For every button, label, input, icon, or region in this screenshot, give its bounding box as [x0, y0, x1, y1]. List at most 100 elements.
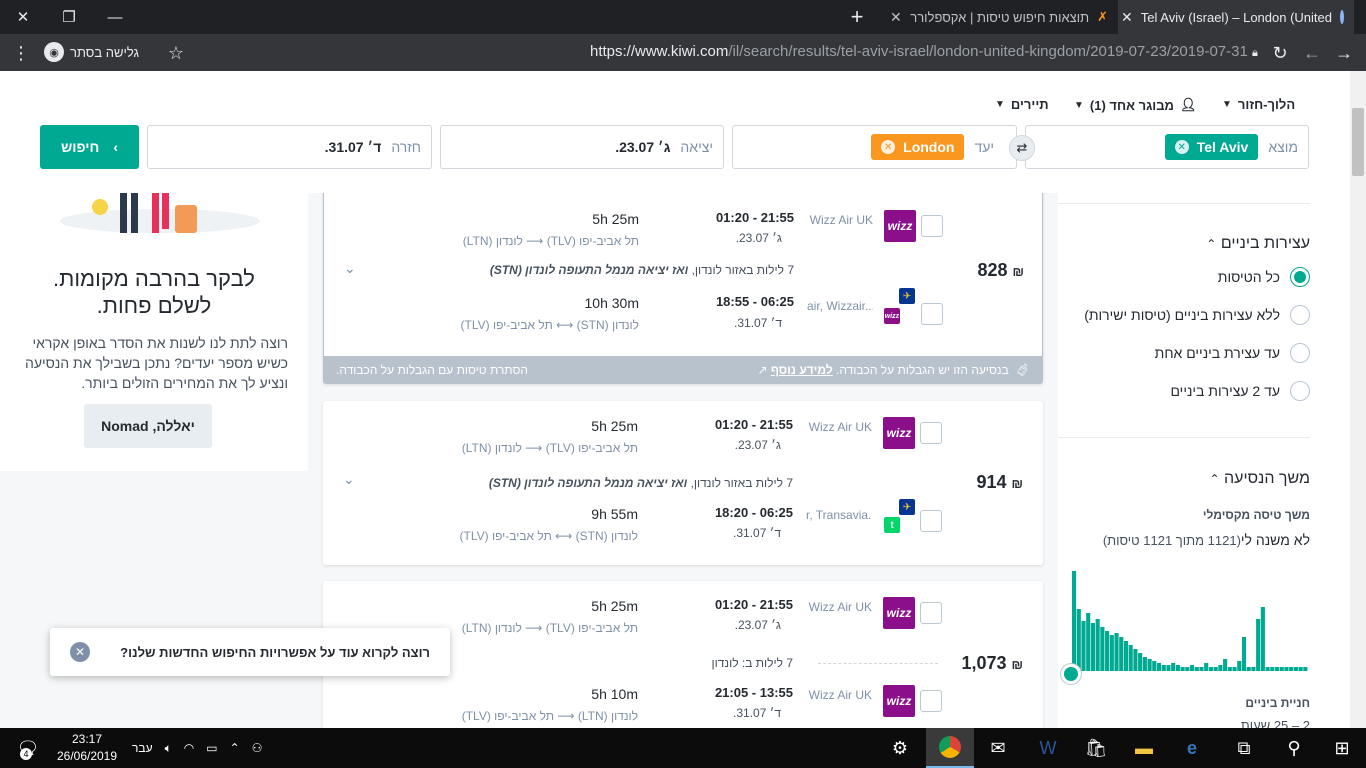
- incognito-indicator[interactable]: גלישה בסתר ◉: [44, 42, 139, 62]
- histogram-bar: [1156, 663, 1162, 671]
- select-checkbox[interactable]: [920, 510, 942, 532]
- histogram-bar: [1260, 607, 1265, 671]
- result-card[interactable]: wizz Wizz Air UK 01:20 - 21:55 ג׳ 23.07.…: [323, 185, 1043, 384]
- address-bar[interactable]: https://www.kiwi.com/il/search/results/t…: [590, 43, 1258, 60]
- browser-tab-active[interactable]: Tel Aviv (Israel) – London (United ✕: [1118, 0, 1354, 34]
- remove-origin-icon[interactable]: ✕: [1174, 140, 1189, 154]
- task-view-icon[interactable]: ⧉: [1220, 728, 1268, 768]
- max-duration-value: לא משנה לי(1121 מתוך 1121 טיסות): [1103, 532, 1310, 548]
- tab-close-icon[interactable]: ✕: [890, 9, 902, 26]
- reload-icon[interactable]: ↻: [1267, 40, 1293, 66]
- scrollbar-thumb[interactable]: [1352, 108, 1364, 176]
- more-info-link[interactable]: למידע נוסף: [771, 363, 833, 377]
- store-icon[interactable]: 🛍︎: [1072, 728, 1120, 768]
- chrome-icon[interactable]: [926, 728, 974, 768]
- file-explorer-icon[interactable]: ▬: [1120, 728, 1168, 768]
- search-icon[interactable]: ⚲: [1270, 728, 1318, 768]
- hide-restricted-link[interactable]: הסתרת טיסות עם הגבלות על הכבודה.: [336, 363, 528, 377]
- bags-select[interactable]: תיירים ▼: [995, 97, 1049, 112]
- clock[interactable]: 23:17 26/06/2019: [56, 731, 118, 765]
- airline-name: Wizz Air UK: [809, 213, 873, 227]
- chevron-up-icon: ⌃: [1206, 237, 1217, 251]
- baggage-icon: 🧳︎: [1014, 362, 1030, 377]
- passengers-select[interactable]: 👤︎ מבוגר אחד (1) ▼: [1074, 97, 1197, 113]
- flight-duration: 5h 25m: [591, 598, 638, 614]
- settings-icon[interactable]: ⚙: [876, 728, 924, 768]
- tab-favicon-icon: ✗: [1097, 9, 1108, 24]
- tab-close-icon[interactable]: ✕: [1121, 9, 1133, 26]
- origin-field[interactable]: מוצא Tel Aviv ✕: [1025, 125, 1309, 169]
- radio-button[interactable]: [1290, 305, 1310, 325]
- duration-filter-title[interactable]: משך הנסיעה ⌃: [1210, 470, 1311, 488]
- stops-filter-title[interactable]: עצירות ביניים ⌃: [1206, 235, 1310, 253]
- radio-button[interactable]: [1290, 343, 1310, 363]
- destination-field[interactable]: יעד London ✕: [732, 125, 1017, 169]
- search-bar: הלוך-חזור ▼ 👤︎ מבוגר אחד (1) ▼ תיירים ▼ מוצא…: [0, 71, 1350, 193]
- select-checkbox[interactable]: [921, 215, 943, 237]
- radio-one-stop[interactable]: עד עצירת ביניים אחת: [1078, 342, 1310, 364]
- wifi-icon[interactable]: ◠: [184, 741, 194, 755]
- minimize-window-icon[interactable]: —: [92, 0, 138, 34]
- stay-info: 7 לילות באזור לונדון, ואז יציאה מנמל התע…: [433, 476, 793, 490]
- flight-times: 18:20 - 06:25: [714, 505, 793, 520]
- search-button[interactable]: חיפוש ‹: [40, 125, 139, 169]
- forward-icon[interactable]: ←: [1299, 40, 1325, 66]
- departure-date-field[interactable]: יציאה ג׳ 23.07.: [440, 125, 724, 169]
- browser-toolbar: ⋮ גלישה בסתר ◉ ☆ https://www.kiwi.com/il…: [0, 34, 1366, 71]
- chevron-down-icon[interactable]: ⌄: [344, 260, 356, 277]
- word-icon[interactable]: W: [1024, 728, 1072, 768]
- select-checkbox[interactable]: [920, 422, 942, 444]
- edge-icon[interactable]: e: [1168, 728, 1216, 768]
- return-date-field[interactable]: חזרה ד׳ 31.07.: [147, 125, 432, 169]
- swap-icon[interactable]: ⇄: [1009, 135, 1035, 161]
- tray-expand-icon[interactable]: ⌃: [230, 741, 240, 755]
- new-tab-button[interactable]: +: [842, 0, 872, 34]
- select-checkbox[interactable]: [920, 690, 942, 712]
- radio-two-stops[interactable]: עד 2 עצירות ביניים: [1078, 380, 1310, 402]
- histogram-bar: [1171, 663, 1176, 671]
- notification-count: 4: [20, 748, 32, 760]
- chevron-left-icon: ‹: [113, 139, 119, 155]
- restore-window-icon[interactable]: ❐: [46, 0, 92, 34]
- radio-direct[interactable]: ללא עצירות ביניים (טיסות ישירות): [1078, 304, 1310, 326]
- battery-icon[interactable]: ▭: [206, 741, 217, 755]
- volume-icon[interactable]: 🔈︎: [165, 741, 172, 756]
- radio-all-flights[interactable]: כל הטיסות: [1078, 266, 1310, 288]
- chevron-down-icon[interactable]: ⌄: [343, 471, 355, 488]
- histogram-bar: [1204, 663, 1209, 671]
- close-window-icon[interactable]: ✕: [0, 0, 46, 34]
- baggage-info: בנסיעה הזו יש הגבלות על הכבודה. למידע נו…: [757, 362, 1009, 377]
- radio-button[interactable]: [1290, 381, 1310, 401]
- new-search-options-toast[interactable]: רוצה לקרוא עוד על אפשרויות החיפוש החדשות…: [50, 628, 450, 676]
- browser-tab[interactable]: ✗ תוצאות חיפוש טיסות | אקספלורר ✕: [880, 0, 1118, 34]
- origin-chip[interactable]: Tel Aviv ✕: [1164, 134, 1259, 160]
- menu-icon[interactable]: ⋮: [8, 40, 34, 66]
- flight-date: ג׳ 23.07.: [734, 438, 781, 452]
- duration-slider-handle[interactable]: [1061, 664, 1081, 684]
- remove-destination-icon[interactable]: ✕: [881, 140, 896, 154]
- flight-duration: 10h 30m: [584, 295, 639, 311]
- stops-title-text: עצירות ביניים: [1220, 235, 1310, 252]
- radio-button[interactable]: [1290, 267, 1310, 287]
- mail-icon[interactable]: ✉: [974, 728, 1022, 768]
- nomad-promo: לבקר בהרבה מקומות. לשלם פחות. רוצה לתת לנ…: [0, 193, 308, 471]
- bookmark-star-icon[interactable]: ☆: [163, 40, 189, 66]
- result-card[interactable]: wizz Wizz Air UK 01:20 - 21:55 ג׳ 23.07.…: [323, 401, 1043, 565]
- histogram-bar: [1100, 627, 1105, 671]
- destination-chip[interactable]: London ✕: [871, 134, 965, 160]
- notifications-icon[interactable]: 🗨︎4: [8, 728, 48, 768]
- price: 914 ₪: [953, 472, 1023, 493]
- person-icon: 👤︎: [1179, 97, 1197, 112]
- trip-type-select[interactable]: הלוך-חזור ▼: [1222, 97, 1295, 112]
- departure-label: יציאה: [680, 139, 713, 155]
- windows-start-icon[interactable]: ⊞: [1318, 728, 1366, 768]
- select-checkbox[interactable]: [920, 602, 942, 624]
- histogram-bar: [1138, 653, 1143, 671]
- currency-symbol: ₪: [1012, 264, 1025, 279]
- back-icon[interactable]: →: [1331, 40, 1357, 66]
- close-icon[interactable]: ✕: [70, 642, 90, 662]
- nomad-button[interactable]: יאללה, Nomad: [84, 404, 212, 448]
- language-indicator[interactable]: עבר: [132, 741, 153, 755]
- select-checkbox[interactable]: [921, 303, 943, 325]
- people-icon[interactable]: ⚇: [252, 741, 263, 755]
